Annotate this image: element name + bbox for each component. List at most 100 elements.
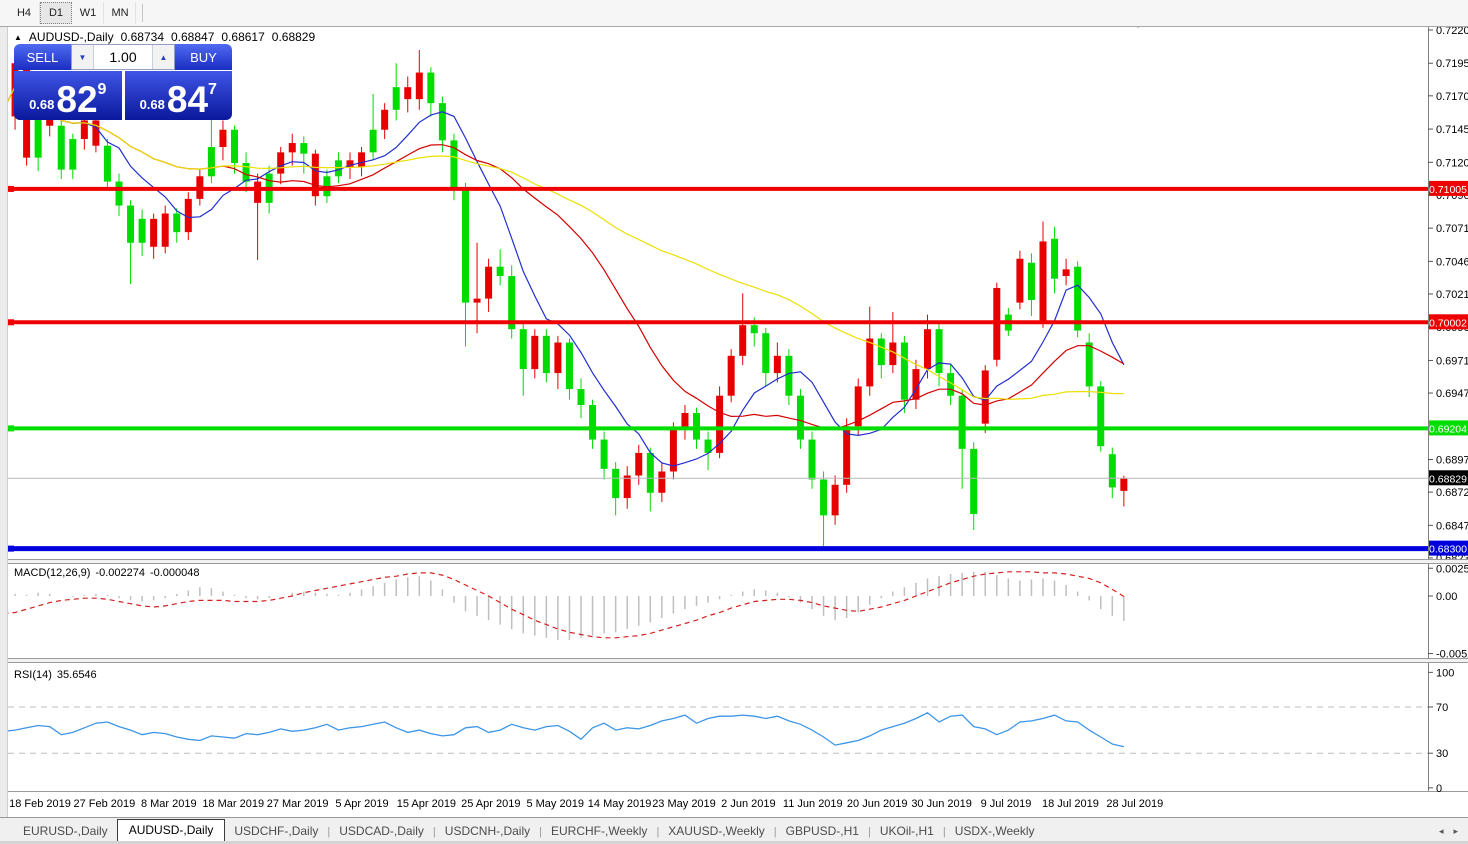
candle-body bbox=[936, 329, 943, 373]
pane-divider[interactable] bbox=[0, 658, 1468, 662]
price-tick-label: 0.69470 bbox=[1436, 388, 1468, 400]
macd-tick-label: 0.002522 bbox=[1436, 563, 1468, 575]
candle-body bbox=[1005, 315, 1012, 331]
candle-body bbox=[889, 343, 896, 366]
tab-usdcad-daily[interactable]: USDCAD-,Daily bbox=[330, 821, 433, 842]
volume-down-icon[interactable]: ▼ bbox=[72, 45, 94, 69]
candle-body bbox=[404, 87, 411, 99]
ohlc-close: 0.68829 bbox=[272, 30, 315, 44]
pane-divider[interactable] bbox=[0, 559, 1468, 563]
level-badge-0.70002-text: 0.70002 bbox=[1429, 317, 1467, 329]
candle-body bbox=[866, 339, 873, 387]
candle-body bbox=[578, 389, 585, 405]
rsi-tick-label: 70 bbox=[1436, 702, 1448, 714]
candle-body bbox=[162, 214, 169, 247]
candle-body bbox=[485, 267, 492, 299]
candle-body bbox=[358, 152, 365, 167]
price-tick-label: 0.70710 bbox=[1436, 223, 1468, 235]
price-tick-label: 0.71205 bbox=[1436, 157, 1468, 169]
sell-button[interactable]: SELL bbox=[14, 44, 71, 70]
candle-body bbox=[716, 396, 723, 453]
one-click-trade-panel: SELL ▼ 1.00 ▲ BUY 0.68 82 9 0.68 84 7 bbox=[14, 44, 232, 120]
chart-background bbox=[0, 27, 1468, 817]
candle-body bbox=[878, 339, 885, 366]
level-anchor bbox=[8, 186, 14, 192]
price-tick-label: 0.71950 bbox=[1436, 58, 1468, 70]
moving-average-line-8 bbox=[4, 87, 1124, 467]
date-label: 9 Jul 2019 bbox=[981, 798, 1032, 810]
date-label: 28 Jul 2019 bbox=[1106, 798, 1163, 810]
sell-price-prefix: 0.68 bbox=[29, 97, 54, 112]
price-tick-label: 0.70460 bbox=[1436, 256, 1468, 268]
candle-body bbox=[624, 475, 631, 498]
candle-body bbox=[1120, 478, 1127, 491]
macd-main-value: -0.002274 bbox=[95, 567, 145, 579]
timeframe-button-d1[interactable]: D1 bbox=[40, 2, 72, 24]
volume-up-icon[interactable]: ▲ bbox=[152, 45, 174, 69]
buy-price-prefix: 0.68 bbox=[140, 97, 165, 112]
timeframe-buttons: H4D1W1MN bbox=[8, 2, 136, 24]
timeframe-button-h4[interactable]: H4 bbox=[8, 2, 40, 24]
tab-xauusd-weekly[interactable]: XAUUSD-,Weekly bbox=[659, 821, 773, 842]
candle-body bbox=[219, 130, 226, 147]
price-tick-label: 0.69965 bbox=[1436, 322, 1468, 334]
candle-body bbox=[751, 325, 758, 333]
tab-scroll-right-icon[interactable]: ▸ bbox=[1453, 826, 1458, 837]
timeframe-button-mn[interactable]: MN bbox=[104, 2, 136, 24]
candle-body bbox=[1051, 239, 1058, 279]
candle-body bbox=[474, 299, 481, 303]
candle-body bbox=[427, 73, 434, 104]
buy-button[interactable]: BUY bbox=[175, 44, 232, 70]
tab-usdcnh-daily[interactable]: USDCNH-,Daily bbox=[436, 821, 539, 842]
candle-body bbox=[497, 267, 504, 276]
candle-body bbox=[959, 396, 966, 449]
chart-tabs: EURUSD-,DailyAUDUSD-,DailyUSDCHF-,Daily|… bbox=[14, 819, 1044, 842]
sell-price-big: 82 bbox=[56, 84, 97, 117]
candle-body bbox=[1097, 386, 1104, 446]
timeframe-button-w1[interactable]: W1 bbox=[72, 2, 104, 24]
date-label: 27 Mar 2019 bbox=[267, 798, 329, 810]
macd-tick-label: 0.00 bbox=[1436, 591, 1457, 603]
volume-input[interactable]: 1.00 bbox=[94, 45, 152, 69]
buy-price-panel[interactable]: 0.68 84 7 bbox=[125, 71, 233, 120]
candle-body bbox=[670, 429, 677, 472]
candle-body bbox=[150, 219, 157, 247]
macd-tick-label: -0.005234 bbox=[1436, 649, 1468, 661]
tab-usdchf-daily[interactable]: USDCHF-,Daily bbox=[225, 821, 327, 842]
tab-usdx-weekly[interactable]: USDX-,Weekly bbox=[946, 821, 1044, 842]
candle-body bbox=[612, 469, 619, 498]
ohlc-low: 0.68617 bbox=[221, 30, 264, 44]
symbol-name: AUDUSD-,Daily bbox=[29, 30, 114, 44]
level-badge-0.69204-text: 0.69204 bbox=[1429, 423, 1467, 435]
trading-terminal-window: H4D1W1MN 0.722000.719500.717050.714550.7… bbox=[0, 0, 1468, 844]
candle-body bbox=[1109, 454, 1116, 487]
candle-body bbox=[970, 449, 977, 514]
level-badge-0.70002 bbox=[1429, 314, 1468, 329]
chart-canvas[interactable]: 0.722000.719500.717050.714550.712050.709… bbox=[0, 0, 1468, 844]
ohlc-open: 0.68734 bbox=[121, 30, 164, 44]
tab-eurusd-daily[interactable]: EURUSD-,Daily bbox=[14, 821, 117, 842]
candle-body bbox=[947, 373, 954, 396]
candle-body bbox=[370, 130, 377, 153]
timeframe-toolbar: H4D1W1MN bbox=[0, 0, 1468, 27]
tab-gbpusd-h1[interactable]: GBPUSD-,H1 bbox=[777, 821, 868, 842]
tab-scroll-left-icon[interactable]: ◂ bbox=[1439, 826, 1444, 837]
level-badge-0.71005 bbox=[1429, 181, 1468, 196]
price-tick-label: 0.70215 bbox=[1436, 289, 1468, 301]
toolbar-separator bbox=[142, 4, 143, 22]
level-anchor bbox=[8, 425, 14, 431]
candle-body bbox=[912, 369, 919, 400]
candle-body bbox=[635, 453, 642, 476]
tab-eurchf-weekly[interactable]: EURCHF-,Weekly bbox=[542, 821, 656, 842]
candle-body bbox=[1016, 259, 1023, 303]
candle-body bbox=[393, 87, 400, 110]
moving-average-line-20 bbox=[4, 87, 1124, 429]
tab-scroll-arrows: ◂ ▸ bbox=[1439, 826, 1458, 842]
level-anchor bbox=[8, 546, 14, 552]
sell-price-panel[interactable]: 0.68 82 9 bbox=[14, 71, 122, 120]
left-window-gutter bbox=[0, 27, 8, 844]
tab-audusd-daily[interactable]: AUDUSD-,Daily bbox=[117, 819, 226, 842]
rsi-value: 35.6546 bbox=[57, 669, 97, 681]
tab-ukoil-h1[interactable]: UKOil-,H1 bbox=[871, 821, 943, 842]
candle-body bbox=[185, 199, 192, 232]
